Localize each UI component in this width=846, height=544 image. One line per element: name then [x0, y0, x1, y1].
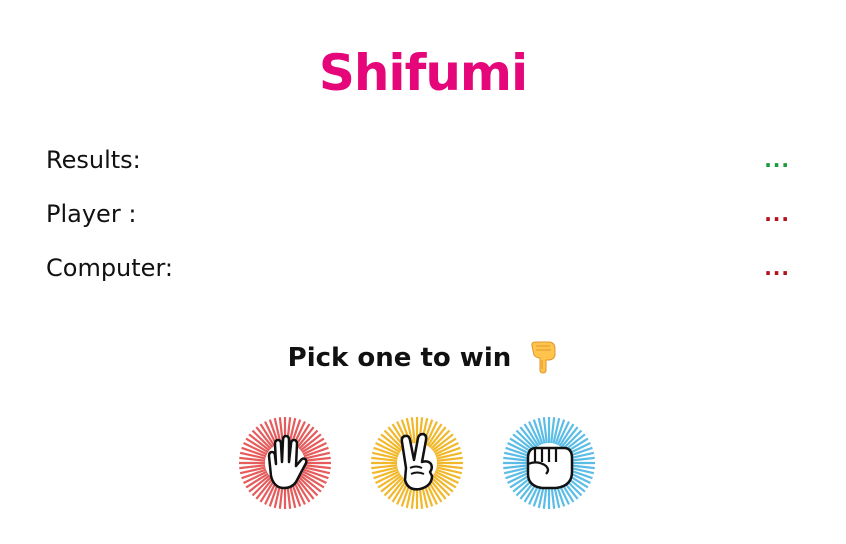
player-label: Player :	[46, 200, 137, 228]
results-label: Results:	[46, 146, 141, 174]
rock-button[interactable]	[502, 416, 596, 510]
choices-group	[0, 416, 846, 512]
computer-row: Computer: ...	[46, 254, 796, 286]
results-row: Results: ...	[46, 146, 796, 178]
computer-label: Computer:	[46, 254, 173, 282]
pointing-down-hand-icon	[528, 340, 558, 381]
scissors-hand-icon	[371, 417, 463, 509]
results-value: ...	[764, 148, 790, 172]
rock-fist-icon	[503, 417, 595, 509]
computer-value: ...	[764, 256, 790, 280]
scissors-button[interactable]	[370, 416, 464, 510]
player-value: ...	[764, 202, 790, 226]
paper-hand-icon	[239, 417, 331, 509]
player-row: Player : ...	[46, 200, 796, 232]
paper-button[interactable]	[238, 416, 332, 510]
pick-prompt: Pick one to win	[0, 340, 846, 381]
pick-prompt-text: Pick one to win	[287, 343, 512, 373]
page-title: Shifumi	[318, 44, 528, 102]
